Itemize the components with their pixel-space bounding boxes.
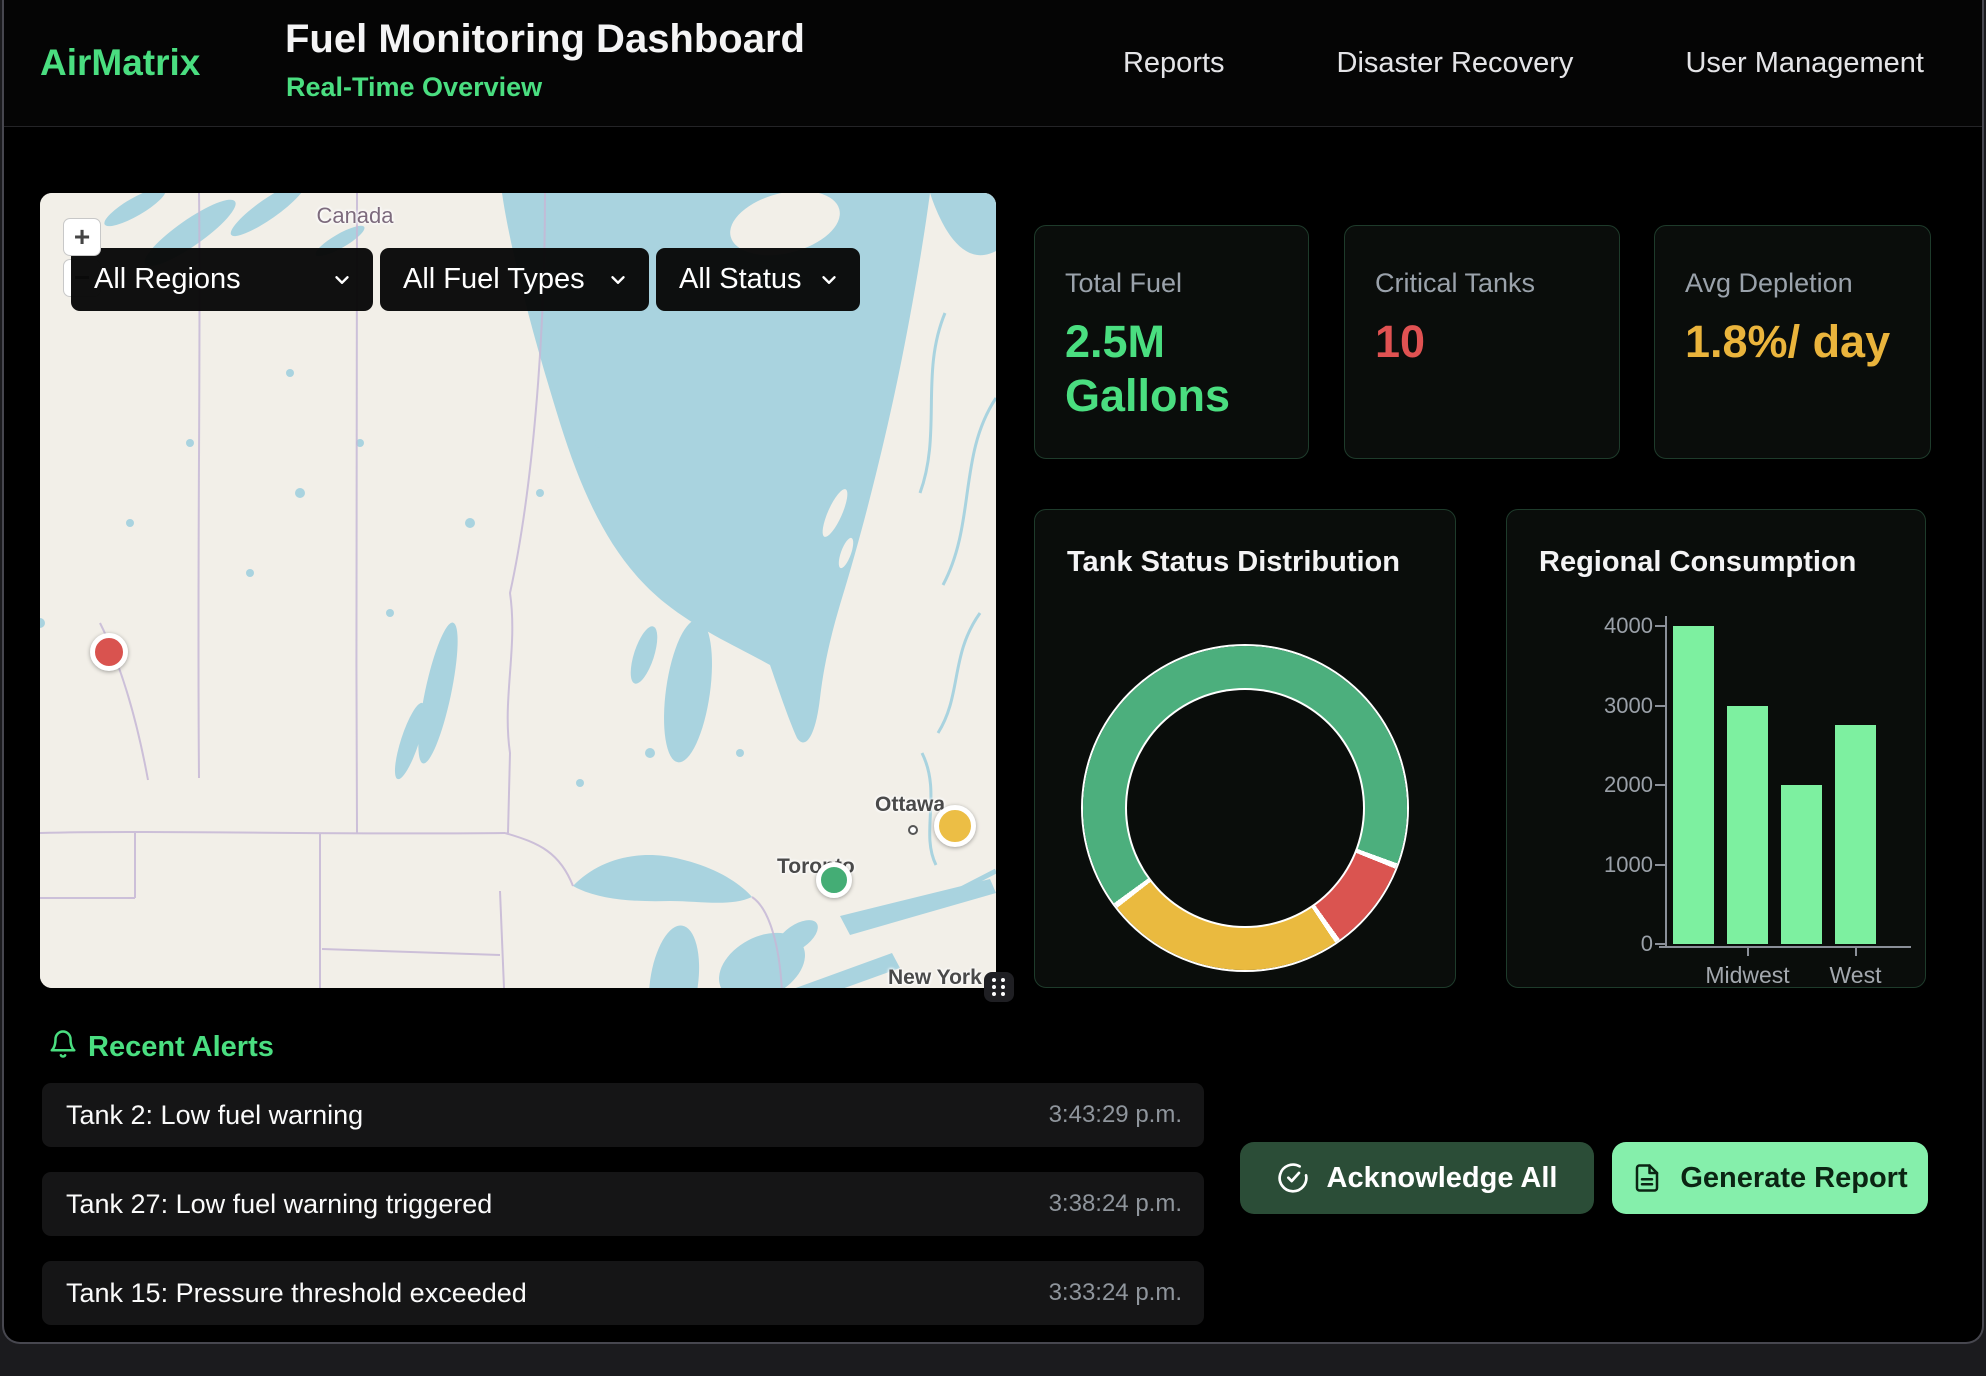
map-label-new-york: New York xyxy=(888,966,982,988)
y-tick-mark xyxy=(1655,705,1665,707)
alert-time: 3:33:24 p.m. xyxy=(1049,1279,1182,1307)
page-title: Fuel Monitoring Dashboard xyxy=(285,17,805,62)
alert-row[interactable]: Tank 27: Low fuel warning triggered 3:38… xyxy=(42,1172,1204,1236)
map-marker-normal[interactable] xyxy=(816,862,852,898)
alert-row[interactable]: Tank 15: Pressure threshold exceeded 3:3… xyxy=(42,1261,1204,1325)
bar xyxy=(1835,725,1876,944)
stat-label: Total Fuel xyxy=(1065,268,1278,299)
generate-report-button[interactable]: Generate Report xyxy=(1612,1142,1928,1214)
alert-row[interactable]: Tank 2: Low fuel warning 3:43:29 p.m. xyxy=(42,1083,1204,1147)
zoom-in-button[interactable]: + xyxy=(63,218,101,256)
nav-item-reports[interactable]: Reports xyxy=(1123,47,1225,80)
chevron-down-icon xyxy=(607,269,629,291)
fuel-type-filter-value: All Fuel Types xyxy=(403,263,585,296)
acknowledge-all-button[interactable]: Acknowledge All xyxy=(1240,1142,1594,1214)
alerts-section-title: Recent Alerts xyxy=(88,1031,274,1064)
x-tick-label xyxy=(1781,948,1822,989)
y-tick-mark xyxy=(1655,784,1665,786)
bell-icon xyxy=(48,1029,78,1059)
main-nav: Reports Disaster Recovery User Managemen… xyxy=(1123,0,1924,127)
alert-time: 3:43:29 p.m. xyxy=(1049,1101,1182,1129)
alert-message: Tank 2: Low fuel warning xyxy=(66,1100,363,1131)
stat-card-total-fuel: Total Fuel 2.5M Gallons xyxy=(1034,225,1309,459)
y-tick-label: 0 xyxy=(1557,931,1653,957)
dashboard: AirMatrix Fuel Monitoring Dashboard Real… xyxy=(0,0,1986,1376)
y-tick-label: 2000 xyxy=(1557,772,1653,798)
y-tick-mark xyxy=(1655,864,1665,866)
panel-title: Tank Status Distribution xyxy=(1067,546,1400,579)
region-filter-value: All Regions xyxy=(94,263,241,296)
y-tick-label: 4000 xyxy=(1557,613,1653,639)
stat-value: 10 xyxy=(1375,315,1590,369)
acknowledge-all-label: Acknowledge All xyxy=(1327,1162,1558,1195)
region-filter-dropdown[interactable]: All Regions xyxy=(71,248,373,311)
page-subtitle: Real-Time Overview xyxy=(286,72,542,103)
y-tick-mark xyxy=(1655,625,1665,627)
y-axis xyxy=(1665,616,1667,948)
fuel-type-filter-dropdown[interactable]: All Fuel Types xyxy=(380,248,649,311)
y-tick-mark xyxy=(1655,943,1665,945)
bar-xlabels: Midwest West xyxy=(1673,948,1903,989)
bar-plot xyxy=(1673,626,1903,944)
x-tick-label: Midwest xyxy=(1727,948,1768,989)
y-tick-label: 1000 xyxy=(1557,852,1653,878)
chevron-down-icon xyxy=(818,269,840,291)
alert-message: Tank 15: Pressure threshold exceeded xyxy=(66,1278,527,1309)
panel-title: Regional Consumption xyxy=(1539,546,1856,579)
alert-time: 3:38:24 p.m. xyxy=(1049,1190,1182,1218)
tank-status-panel: Tank Status Distribution xyxy=(1034,509,1456,988)
alert-message: Tank 27: Low fuel warning triggered xyxy=(66,1189,492,1220)
generate-report-label: Generate Report xyxy=(1680,1162,1907,1195)
app-logo: AirMatrix xyxy=(40,42,200,84)
map-marker-critical[interactable] xyxy=(90,633,128,671)
bar xyxy=(1727,706,1768,945)
bar xyxy=(1673,626,1714,944)
donut-chart xyxy=(1083,646,1407,970)
resize-grip-icon[interactable] xyxy=(984,972,1014,1002)
nav-item-user-management[interactable]: User Management xyxy=(1685,47,1924,80)
x-tick-label: West xyxy=(1835,948,1876,989)
map-city-dot xyxy=(908,825,918,835)
status-filter-dropdown[interactable]: All Status xyxy=(656,248,860,311)
map[interactable]: Canada + − All Regions All Fuel Types Al… xyxy=(40,193,996,988)
stat-value: 1.8%/ day xyxy=(1685,315,1900,369)
stat-card-critical-tanks: Critical Tanks 10 xyxy=(1344,225,1620,459)
y-tick-label: 3000 xyxy=(1557,693,1653,719)
stat-label: Critical Tanks xyxy=(1375,268,1589,299)
map-marker-warning[interactable] xyxy=(934,805,976,847)
map-label-ottawa: Ottawa xyxy=(875,793,945,817)
header: AirMatrix Fuel Monitoring Dashboard Real… xyxy=(4,0,1982,127)
regional-consumption-panel: Regional Consumption Midwest West 4000 300… xyxy=(1506,509,1926,988)
stat-card-avg-depletion: Avg Depletion 1.8%/ day xyxy=(1654,225,1931,459)
file-text-icon xyxy=(1632,1163,1662,1193)
stat-value: 2.5M Gallons xyxy=(1065,315,1280,423)
chevron-down-icon xyxy=(331,269,353,291)
nav-item-disaster-recovery[interactable]: Disaster Recovery xyxy=(1337,47,1574,80)
stat-label: Avg Depletion xyxy=(1685,268,1900,299)
app-window: AirMatrix Fuel Monitoring Dashboard Real… xyxy=(2,0,1984,1344)
map-label-canada: Canada xyxy=(295,203,415,229)
bar xyxy=(1781,785,1822,944)
check-circle-icon xyxy=(1277,1162,1309,1194)
status-filter-value: All Status xyxy=(679,263,802,296)
